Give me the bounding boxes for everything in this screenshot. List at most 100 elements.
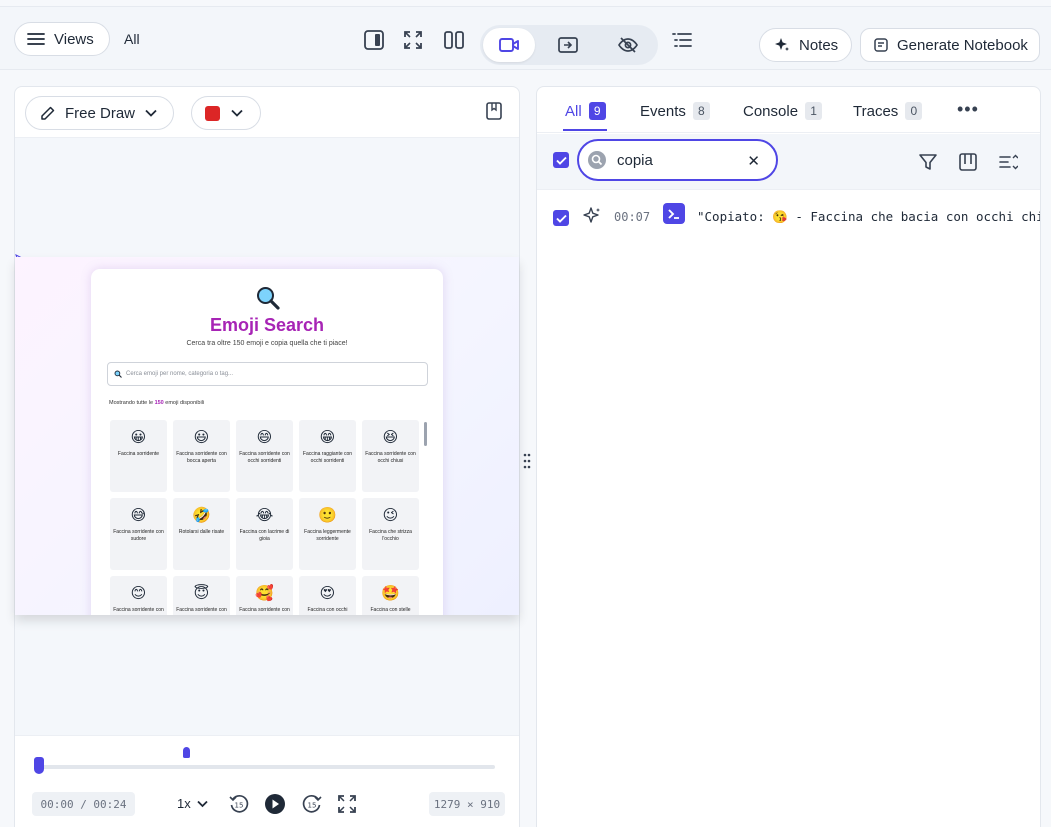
emoji-caption: Faccina con stelle (370, 607, 411, 613)
more-tabs-icon[interactable]: ••• (957, 99, 979, 120)
rewind-15-button[interactable]: 15 (228, 793, 250, 815)
emoji-caption: Faccina che strizza l'occhio (369, 529, 412, 542)
emoji-tile: 😃 Faccina sorridente con bocca aperta (173, 420, 230, 492)
emoji-caption: Rotolarsi dalle risate (178, 529, 225, 535)
top-toolbar: Views All Notes Generate Notebook (0, 6, 1051, 70)
tab-count-badge: 8 (692, 102, 710, 120)
eye-off-icon (618, 37, 638, 53)
emoji-tile: 😊 Faccina sorridente con (110, 576, 167, 615)
preview-scrollbar (424, 422, 427, 446)
tab-count-badge: 1 (805, 102, 823, 120)
sidebar-toggle-icon[interactable] (361, 27, 387, 53)
emoji-search-card: Emoji Search Cerca tra oltre 150 emoji e… (91, 269, 443, 615)
log-search-input[interactable]: copia ✕ (577, 139, 778, 181)
emoji-caption: Faccina con occhi (307, 607, 348, 613)
emoji-caption: Faccina sorridente (117, 451, 160, 457)
free-draw-label: Free Draw (65, 104, 136, 122)
emoji-caption: Faccina leggermente sorridente (304, 529, 351, 542)
preview-search-field: Cerca emoji per nome, categoria o tag... (107, 362, 428, 386)
fullscreen-icon[interactable] (400, 27, 426, 53)
replay-player-panel: Free Draw Emoji Search Cerca tra oltre 1… (14, 86, 520, 827)
list-icon[interactable] (669, 27, 695, 53)
view-mode-switch (480, 25, 658, 65)
clear-search-icon[interactable]: ✕ (747, 152, 760, 170)
emoji-caption: Faccina sorridente con occhi sorridenti (239, 451, 290, 464)
forward-15-button[interactable]: 15 (301, 793, 323, 815)
emoji-glyph: 😅 (130, 507, 147, 524)
hide-mode-option[interactable] (602, 28, 654, 62)
event-marker[interactable] (183, 747, 190, 758)
bookmark-icon[interactable] (485, 101, 503, 121)
entry-checkbox[interactable] (553, 210, 569, 226)
select-all-checkbox[interactable] (553, 152, 569, 168)
views-button[interactable]: Views (14, 22, 110, 56)
emoji-glyph: 😃 (193, 429, 210, 446)
search-icon (588, 151, 606, 169)
active-tab-indicator (563, 129, 607, 131)
color-swatch (205, 105, 220, 121)
emoji-tile: 😍 Faccina con occhi (299, 576, 356, 615)
play-button[interactable] (264, 793, 286, 815)
devtools-tabs: All 9 Events 8 Console 1 Traces 0 ••• (537, 87, 1040, 133)
columns-icon[interactable] (957, 151, 979, 173)
forward-icon: 15 (302, 794, 322, 813)
tab-console[interactable]: Console 1 (743, 102, 823, 120)
pip-mode-option[interactable] (542, 28, 594, 62)
tab-traces[interactable]: Traces 0 (853, 102, 923, 120)
emoji-grid: 😀 Faccina sorridente 😃 Faccina sorridente c… (110, 420, 422, 615)
rewind-icon: 15 (229, 794, 249, 813)
emoji-tile: 🙂 Faccina leggermente sorridente (299, 498, 356, 570)
emoji-tile: 😇 Faccina sorridente con (173, 576, 230, 615)
generate-notebook-button[interactable]: Generate Notebook (860, 28, 1040, 62)
emoji-caption: Faccina sorridente con (113, 607, 164, 613)
scope-all-label[interactable]: All (124, 31, 140, 47)
emoji-tile: 😄 Faccina sorridente con occhi sorridenti (236, 420, 293, 492)
filter-icon[interactable] (917, 151, 939, 173)
play-icon (265, 794, 285, 814)
notebook-icon (874, 38, 888, 52)
entry-message: "Copiato: 😘 - Faccina che bacia con occh… (697, 209, 1040, 224)
chevron-down-icon (231, 109, 243, 117)
timeline-scrubber[interactable] (34, 757, 44, 774)
preview-count: Mostrando tutte le 150 emoji disponibili (109, 400, 205, 406)
emoji-glyph: 🥰 (255, 585, 274, 602)
video-mode-option[interactable] (483, 28, 535, 62)
emoji-caption: Faccina con lacrime di gioia (239, 529, 290, 542)
emoji-tile: 🤣 Rotolarsi dalle risate (173, 498, 230, 570)
split-view-icon[interactable] (441, 27, 467, 53)
playback-speed-select[interactable]: 1x (177, 796, 208, 811)
video-camera-icon (499, 38, 519, 52)
timeline-track[interactable] (35, 765, 495, 769)
emoji-tile: 🤩 Faccina con stelle (362, 576, 419, 615)
filter-bar: copia ✕ (537, 134, 1040, 190)
pen-color-button[interactable] (191, 96, 261, 130)
tab-events[interactable]: Events 8 (640, 102, 710, 120)
notes-label: Notes (799, 36, 839, 54)
picture-in-picture-icon (558, 37, 578, 53)
player-fullscreen-button[interactable] (336, 793, 358, 815)
panel-resize-handle[interactable] (522, 452, 532, 470)
emoji-caption: Faccina sorridente con (239, 607, 290, 613)
time-display: 00:00 / 00:24 (32, 792, 135, 816)
sparkle-icon (775, 38, 789, 51)
free-draw-button[interactable]: Free Draw (25, 96, 174, 130)
emoji-glyph: 😁 (319, 429, 336, 446)
svg-text:15: 15 (235, 802, 244, 810)
emoji-tile: 😀 Faccina sorridente (110, 420, 167, 492)
tab-all[interactable]: All 9 (565, 102, 606, 120)
emoji-tile: 😆 Faccina sorridente con occhi chiusi (362, 420, 419, 492)
sort-icon[interactable] (997, 151, 1019, 173)
views-label: Views (54, 30, 94, 48)
notes-button[interactable]: Notes (759, 28, 852, 62)
expand-icon (338, 795, 356, 813)
viewport-dimensions: 1279 × 910 (429, 792, 505, 816)
emoji-glyph: 😊 (130, 585, 147, 602)
replay-canvas[interactable]: Emoji Search Cerca tra oltre 150 emoji e… (15, 137, 519, 735)
svg-text:15: 15 (308, 802, 317, 810)
search-icon (114, 370, 122, 378)
ai-sparkle-icon[interactable] (582, 206, 602, 226)
console-type-icon (663, 203, 685, 224)
recorded-page-preview: Emoji Search Cerca tra oltre 150 emoji e… (15, 257, 519, 615)
checkmark-icon (555, 156, 567, 165)
log-entry[interactable]: 00:07 "Copiato: 😘 - Faccina che bacia co… (537, 191, 1040, 243)
